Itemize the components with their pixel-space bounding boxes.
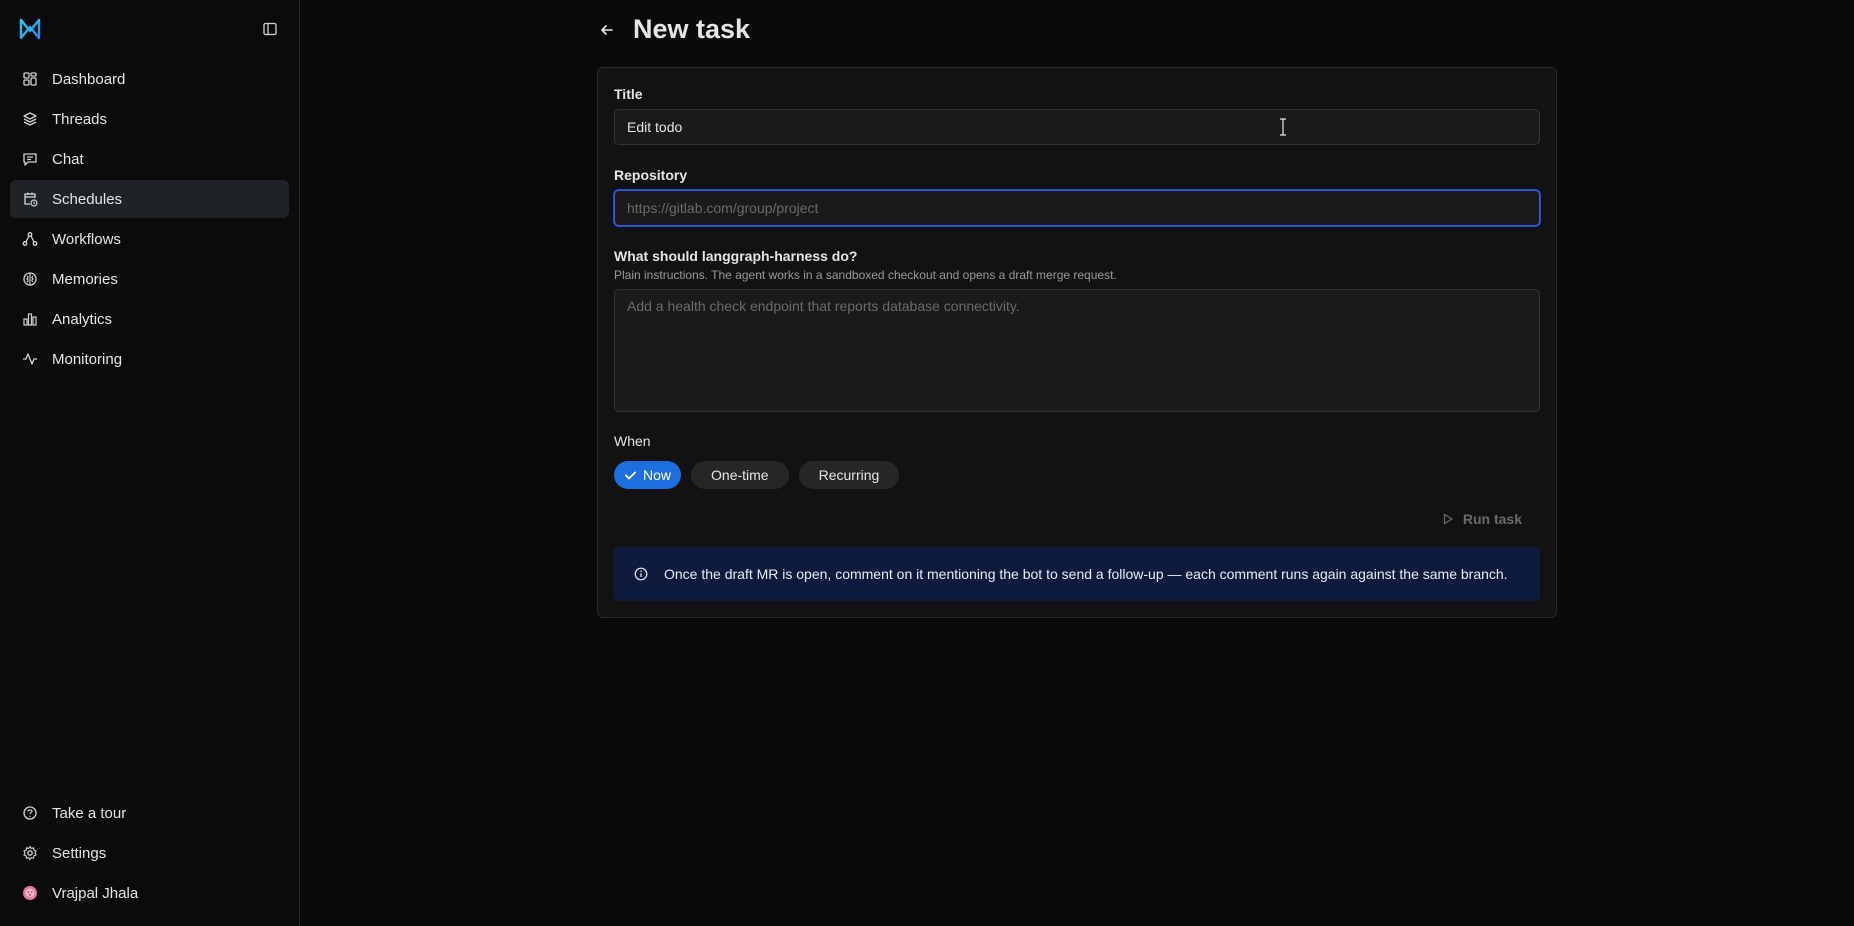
when-label: When	[614, 433, 651, 449]
sidebar-item-monitoring[interactable]: Monitoring	[10, 340, 289, 378]
actions-row: Run task	[614, 511, 1540, 527]
info-banner: Once the draft MR is open, comment on it…	[614, 547, 1540, 601]
repository-label: Repository	[614, 167, 688, 183]
calendar-clock-icon	[24, 192, 38, 207]
app-root: Dashboard Threads Chat Schedules Workflo…	[0, 0, 1854, 926]
when-option-label: Recurring	[818, 467, 880, 483]
sidebar-item-settings[interactable]: Settings	[10, 834, 289, 872]
grid-icon	[23, 72, 37, 86]
help-circle-icon	[23, 806, 37, 820]
sidebar-item-take-a-tour[interactable]: Take a tour	[10, 794, 289, 832]
instructions-textarea[interactable]	[614, 289, 1540, 412]
when-option-recurring[interactable]: Recurring	[798, 461, 900, 489]
sidebar-item-label: Schedules	[52, 190, 123, 208]
when-option-one-time[interactable]: One-time	[691, 461, 789, 489]
activity-icon	[23, 353, 37, 365]
sidebar-item-user[interactable]: Vrajpal Jhala	[10, 874, 289, 912]
title-label: Title	[614, 86, 643, 102]
sidebar-item-label: Memories	[52, 270, 118, 288]
check-icon	[625, 471, 636, 479]
repository-input[interactable]	[614, 190, 1540, 226]
avatar	[23, 886, 37, 900]
repository-field-group: Repository	[614, 167, 1540, 226]
new-task-form: Title Repository What should langgraph-h…	[597, 67, 1557, 618]
when-group: When Now One-time Recurring	[614, 433, 1540, 489]
bar-chart-icon	[23, 313, 37, 326]
sidebar-item-label: Threads	[52, 110, 108, 128]
sidebar-item-label: Workflows	[52, 230, 121, 248]
sidebar-item-label: Take a tour	[52, 804, 127, 822]
when-option-label: One-time	[711, 467, 769, 483]
main-content: New task Title Repository What should la…	[300, 0, 1854, 926]
title-field-group: Title	[614, 86, 1540, 145]
app-logo[interactable]	[18, 15, 46, 43]
sidebar-item-threads[interactable]: Threads	[10, 100, 289, 138]
page-header: New task	[597, 14, 750, 45]
user-name: Vrajpal Jhala	[52, 884, 139, 902]
run-task-label: Run task	[1462, 511, 1522, 527]
sidebar-item-analytics[interactable]: Analytics	[10, 300, 289, 338]
layers-icon	[23, 112, 37, 126]
sidebar-item-label: Analytics	[52, 310, 113, 328]
when-option-now[interactable]: Now	[614, 461, 682, 489]
sidebar-collapse-icon[interactable]	[261, 20, 279, 38]
info-icon	[634, 567, 648, 581]
gear-icon	[23, 845, 37, 861]
back-arrow-icon[interactable]	[597, 20, 617, 40]
sidebar-item-memories[interactable]: Memories	[10, 260, 289, 298]
workflow-icon	[22, 232, 38, 246]
sidebar-item-label: Dashboard	[52, 70, 126, 88]
play-icon	[1443, 513, 1453, 525]
sidebar-nav: Dashboard Threads Chat Schedules Workflo…	[10, 60, 289, 378]
sidebar-header	[10, 0, 289, 58]
sidebar: Dashboard Threads Chat Schedules Workflo…	[0, 0, 300, 926]
info-text: Once the draft MR is open, comment on it…	[664, 566, 1508, 582]
chat-icon	[23, 153, 37, 166]
sidebar-item-label: Monitoring	[52, 350, 123, 368]
sidebar-item-label: Chat	[52, 150, 84, 168]
instructions-label: What should langgraph-harness do?	[614, 248, 858, 264]
instructions-field-group: What should langgraph-harness do? Plain …	[614, 248, 1540, 417]
page-title: New task	[633, 14, 751, 44]
sidebar-item-schedules[interactable]: Schedules	[10, 180, 289, 218]
sidebar-item-workflows[interactable]: Workflows	[10, 220, 289, 258]
sidebar-item-label: Settings	[52, 844, 107, 862]
sidebar-item-dashboard[interactable]: Dashboard	[10, 60, 289, 98]
when-option-label: Now	[643, 467, 672, 483]
sidebar-item-chat[interactable]: Chat	[10, 140, 289, 178]
when-options: Now One-time Recurring	[614, 461, 1540, 489]
text-cursor-icon	[1280, 118, 1286, 136]
brain-icon	[23, 272, 37, 286]
title-input[interactable]	[614, 109, 1540, 145]
run-task-button[interactable]: Run task	[1442, 511, 1522, 527]
instructions-hint: Plain instructions. The agent works in a…	[614, 268, 1117, 282]
sidebar-footer: Take a tour Settings Vrajpal Jhala	[10, 794, 289, 926]
